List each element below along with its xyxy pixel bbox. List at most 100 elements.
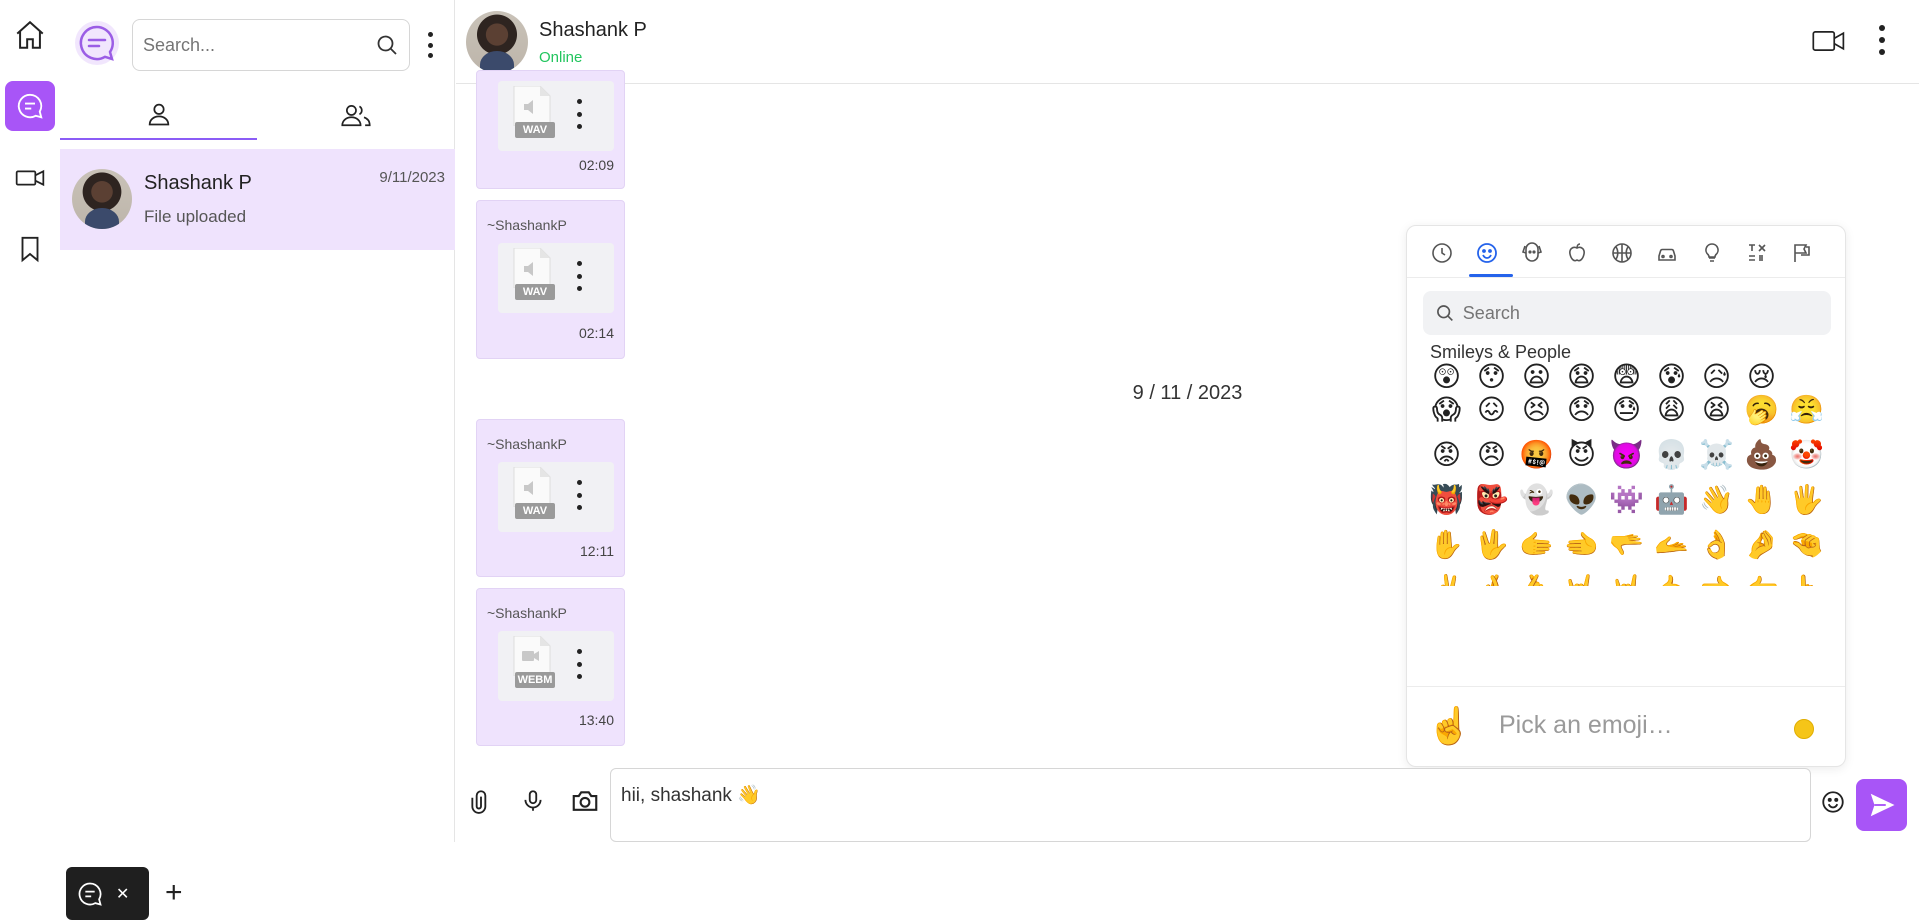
emoji-button[interactable]: 👾 [1604,477,1649,522]
emoji-button[interactable]: 🤬 [1514,432,1559,477]
category-flags[interactable] [1787,238,1817,268]
message-time: 02:09 [578,157,614,173]
emoji-button[interactable]: 👌 [1694,522,1739,567]
category-activity[interactable] [1607,238,1637,268]
category-objects[interactable] [1697,238,1727,268]
bookmarks-button[interactable] [5,224,55,274]
emoji-button[interactable]: 👆 [1784,567,1829,586]
emoji-button[interactable]: 😩 [1649,387,1694,432]
skin-tone-selector[interactable] [1794,719,1814,739]
chat-list-item[interactable]: Shashank P File uploaded 9/11/2023 [60,149,455,250]
emoji-button[interactable]: 😫 [1694,387,1739,432]
emoji-button[interactable]: 👽 [1559,477,1604,522]
emoji-button[interactable]: 👋 [1694,477,1739,522]
file-menu-button[interactable] [575,480,583,510]
emoji-button[interactable]: 🤚 [1739,477,1784,522]
emoji-search-input[interactable] [1462,302,1819,324]
camera-icon [572,791,598,811]
video-file-icon: WEBM [508,635,556,694]
emoji-button[interactable]: 😱 [1424,387,1469,432]
video-calls-button[interactable] [5,153,55,203]
emoji-button[interactable]: 💀 [1649,432,1694,477]
emoji-button[interactable]: ✋ [1424,522,1469,567]
category-recent[interactable] [1427,238,1457,268]
search-icon[interactable] [375,33,399,57]
emoji-button[interactable]: ☠️ [1694,432,1739,477]
message-time: 13:40 [578,712,614,728]
category-animals[interactable] [1517,238,1547,268]
file-attachment[interactable]: WAV [498,81,614,151]
emoji-button[interactable]: 🖖 [1469,522,1514,567]
emoji-button[interactable]: 👺 [1469,477,1514,522]
emoji-button[interactable]: 🫲 [1559,522,1604,567]
tab-groups[interactable]: 1 [257,90,568,140]
emoji-button[interactable]: 🖐️ [1784,477,1829,522]
emoji-button[interactable]: 🫴 [1649,522,1694,567]
emoji-button[interactable]: 💩 [1739,432,1784,477]
emoji-button[interactable]: 🤏 [1784,522,1829,567]
camera-button[interactable] [570,786,600,821]
chats-button[interactable] [5,81,55,131]
emoji-search[interactable] [1423,291,1831,335]
file-menu-button[interactable] [575,99,583,129]
emoji-button[interactable]: 🫳 [1604,522,1649,567]
emoji-button[interactable]: 😠 [1469,432,1514,477]
audio-file-icon: WAV [508,247,556,306]
emoji-button[interactable]: 🤙 [1649,567,1694,586]
sidebar-menu-button[interactable] [422,28,438,62]
category-food[interactable] [1562,238,1592,268]
contact-name[interactable]: Shashank P [539,19,647,42]
message-bubble[interactable]: ~ShashankP WEBM 13:40 [476,588,625,746]
sidebar-search-input[interactable] [143,34,375,56]
file-attachment[interactable]: WEBM [498,631,614,701]
tab-contacts[interactable] [60,90,257,140]
sidebar-search[interactable] [132,19,410,71]
chat-menu-button[interactable] [1874,22,1890,58]
file-menu-button[interactable] [575,649,583,679]
emoji-button[interactable]: 🤘 [1604,567,1649,586]
emoji-button[interactable]: 👈 [1694,567,1739,586]
add-tab-button[interactable]: + [165,878,183,908]
emoji-button[interactable]: 👹 [1424,477,1469,522]
emoji-button[interactable]: 🤞 [1469,567,1514,586]
emoji-button[interactable]: 😓 [1604,387,1649,432]
emoji-button[interactable]: 👉 [1739,567,1784,586]
file-attachment[interactable]: WAV [498,243,614,313]
attach-button[interactable] [468,786,494,821]
emoji-button[interactable]: 😣 [1514,387,1559,432]
message-bubble[interactable]: WAV 02:09 [476,70,625,189]
emoji-button[interactable]: 🤡 [1784,432,1829,477]
voice-record-button[interactable] [520,786,546,821]
emoji-toggle-button[interactable] [1820,789,1846,820]
message-bubble[interactable]: ~ShashankP WAV 12:11 [476,419,625,577]
emoji-button[interactable]: 🫱 [1514,522,1559,567]
category-travel[interactable] [1652,238,1682,268]
emoji-button[interactable]: 🥱 [1739,387,1784,432]
file-menu-button[interactable] [575,261,583,291]
emoji-button[interactable]: 😞 [1559,387,1604,432]
message-input[interactable]: hii, shashank 👋 [610,768,1811,842]
home-button[interactable] [5,10,55,60]
close-icon[interactable]: ✕ [116,884,129,904]
emoji-button[interactable]: 👻 [1514,477,1559,522]
emoji-button[interactable]: 😖 [1469,387,1514,432]
file-attachment[interactable]: WAV [498,462,614,532]
message-bubble[interactable]: ~ShashankP WAV 02:14 [476,200,625,359]
category-symbols[interactable] [1742,238,1772,268]
send-button[interactable] [1856,779,1907,831]
emoji-button[interactable]: 👿 [1604,432,1649,477]
emoji-button[interactable]: 🤌 [1739,522,1784,567]
chat-date: 9/11/2023 [379,169,445,186]
contact-avatar[interactable] [466,11,528,73]
emoji-button[interactable]: 😤 [1784,387,1829,432]
emoji-button[interactable]: 🤟 [1559,567,1604,586]
chat-widget-tab[interactable]: ✕ [66,867,149,920]
emoji-button[interactable]: 🫰 [1514,567,1559,586]
emoji-button[interactable]: 😈 [1559,432,1604,477]
emoji-button[interactable]: 🤖 [1649,477,1694,522]
emoji-button[interactable]: ✌️ [1424,567,1469,586]
emoji-button[interactable]: 😡 [1424,432,1469,477]
video-call-button[interactable] [1812,26,1846,61]
dot [576,480,582,485]
category-smileys[interactable] [1472,238,1502,268]
